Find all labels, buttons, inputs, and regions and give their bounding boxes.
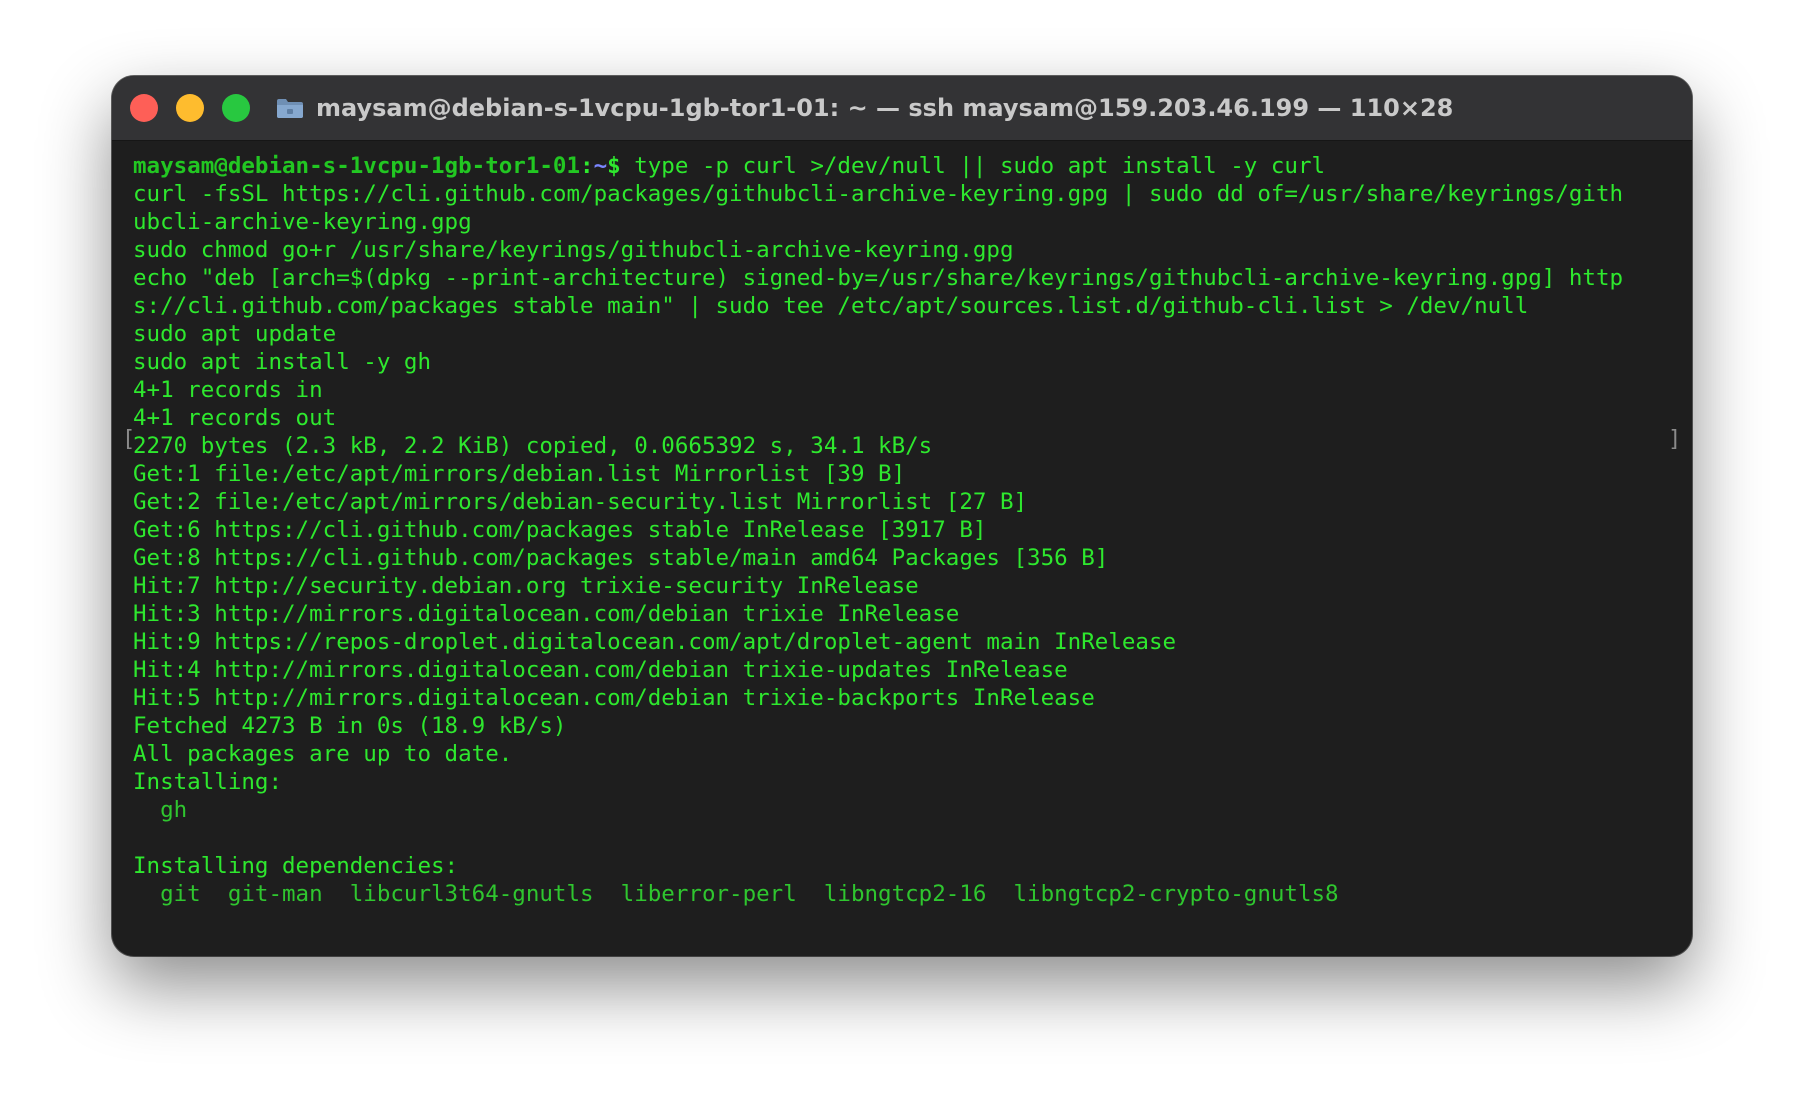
output-line: 2270 bytes (2.3 kB, 2.2 KiB) copied, 0.0… xyxy=(133,433,933,459)
output-line: Get:1 file:/etc/apt/mirrors/debian.list … xyxy=(133,461,906,487)
output-line: git git-man libcurl3t64-gnutls liberror-… xyxy=(133,881,1339,907)
output-line: Get:2 file:/etc/apt/mirrors/debian-secur… xyxy=(133,489,1028,515)
output-line: curl -fsSL https://cli.github.com/packag… xyxy=(133,181,1624,207)
prompt-path: ~ xyxy=(593,153,608,179)
output-line: Get:6 https://cli.github.com/packages st… xyxy=(133,517,987,543)
terminal-output[interactable]: maysam@debian-s-1vcpu-1gb-tor1-01:~$ typ… xyxy=(133,152,1678,942)
output-line: 4+1 records in xyxy=(133,377,323,403)
output-line: Hit:5 http://mirrors.digitalocean.com/de… xyxy=(133,685,1095,711)
output-line: sudo chmod go+r /usr/share/keyrings/gith… xyxy=(133,237,1014,263)
selection-bracket-left: [ xyxy=(122,427,136,452)
output-line: Hit:4 http://mirrors.digitalocean.com/de… xyxy=(133,657,1068,683)
output-line: Installing dependencies: xyxy=(133,853,459,879)
output-line: ubcli-archive-keyring.gpg xyxy=(133,209,472,235)
prompt-line: maysam@debian-s-1vcpu-1gb-tor1-01:~$ typ… xyxy=(133,152,1678,180)
folder-icon xyxy=(277,99,303,118)
output-line: s://cli.github.com/packages stable main"… xyxy=(133,293,1529,319)
output-line: Hit:7 http://security.debian.org trixie-… xyxy=(133,573,919,599)
output-line: sudo apt update xyxy=(133,321,337,347)
prompt-separator: : xyxy=(580,153,594,179)
window-title: maysam@debian-s-1vcpu-1gb-tor1-01: ~ — s… xyxy=(316,94,1454,122)
terminal-window: maysam@debian-s-1vcpu-1gb-tor1-01: ~ — s… xyxy=(112,76,1692,956)
output-line: sudo apt install -y gh xyxy=(133,349,432,375)
output-line: echo "deb [arch=$(dpkg --print-architect… xyxy=(133,265,1624,291)
output-line: 4+1 records out xyxy=(133,405,337,431)
output-line: Installing: xyxy=(133,769,283,795)
output-line: Hit:3 http://mirrors.digitalocean.com/de… xyxy=(133,601,960,627)
close-button[interactable] xyxy=(130,94,158,122)
output-line: All packages are up to date. xyxy=(133,741,513,767)
zoom-button[interactable] xyxy=(222,94,250,122)
selection-bracket-right: ] xyxy=(1668,427,1682,452)
prompt-symbol: $ xyxy=(607,153,621,179)
output-line: Get:8 https://cli.github.com/packages st… xyxy=(133,545,1109,571)
minimize-button[interactable] xyxy=(176,94,204,122)
title-bar[interactable]: maysam@debian-s-1vcpu-1gb-tor1-01: ~ — s… xyxy=(112,76,1692,141)
prompt-command: type -p curl >/dev/null || sudo apt inst… xyxy=(620,153,1326,179)
output-line: Hit:9 https://repos-droplet.digitalocean… xyxy=(133,629,1177,655)
output-line: Fetched 4273 B in 0s (18.9 kB/s) xyxy=(133,713,567,739)
output-line: gh xyxy=(133,797,188,823)
prompt-user-host: maysam@debian-s-1vcpu-1gb-tor1-01 xyxy=(133,153,581,179)
